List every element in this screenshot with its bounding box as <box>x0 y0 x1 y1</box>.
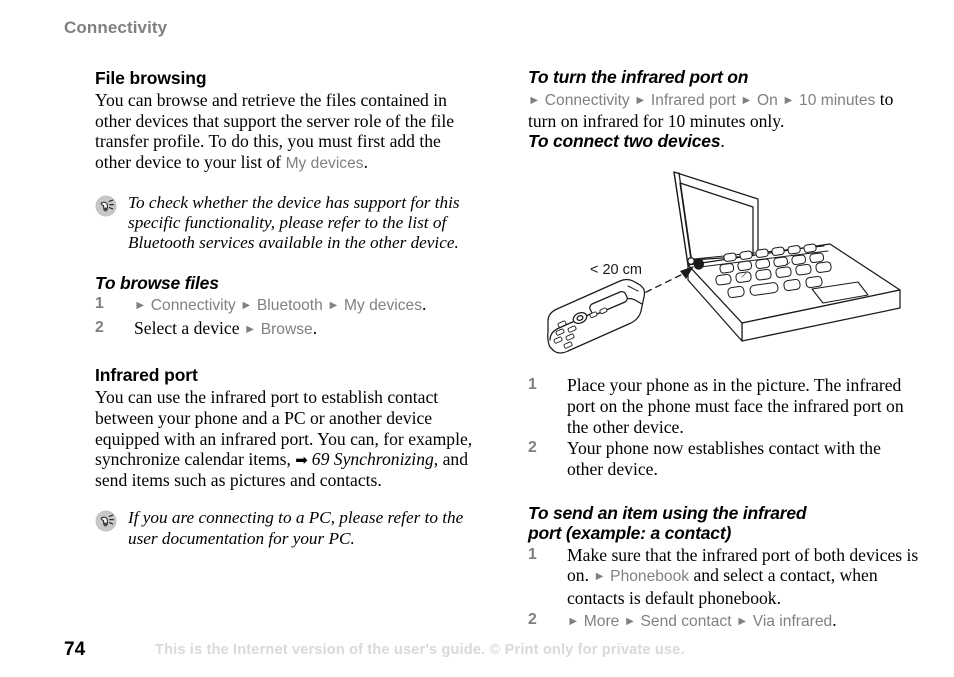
path-separator-icon: ► <box>634 92 647 107</box>
ui-ref-phonebook: Phonebook <box>610 568 690 586</box>
procedure-title-to-turn-on: To turn the infrared port on <box>528 67 749 87</box>
path-separator-icon: ► <box>240 298 253 313</box>
ui-ref-infrared-port: Infrared port <box>650 91 736 109</box>
step-number: 1 <box>95 295 104 313</box>
file-browsing-text-post: . <box>363 152 368 173</box>
procedure-title-line2: port (example: a contact) <box>528 523 732 544</box>
left-column: File browsing You can browse and retriev… <box>95 68 475 549</box>
steps-to-connect-two-devices: 1 Place your phone as in the picture. Th… <box>528 375 920 479</box>
path-separator-icon: ► <box>567 613 580 628</box>
list-item: 1 Place your phone as in the picture. Th… <box>528 375 920 437</box>
step-content: Your phone now establishes contact with … <box>567 438 881 480</box>
step-period: . <box>422 294 427 315</box>
path-separator-icon: ► <box>740 92 753 107</box>
footer-notice: This is the Internet version of the user… <box>155 642 685 658</box>
page-footer: 74 This is the Internet version of the u… <box>0 639 954 663</box>
path-separator-icon: ► <box>528 92 541 107</box>
note-bluetooth-text: To check whether the device has support … <box>128 192 460 253</box>
ui-ref-via-infrared: Via infrared <box>752 612 833 630</box>
step-period: . <box>832 609 837 630</box>
procedure-title-to-connect: To connect two devices. <box>528 130 920 152</box>
section-title-infrared-port: Infrared port <box>95 365 198 386</box>
cross-reference-arrow-icon: ➡ <box>295 453 308 470</box>
procedure-title-period: . <box>720 130 725 151</box>
step-content: Make sure that the infrared port of both… <box>567 545 918 609</box>
ui-ref-10-minutes: 10 minutes <box>799 91 876 109</box>
ui-ref-bluetooth: Bluetooth <box>256 297 323 315</box>
file-browsing-paragraph: You can browse and retrieve the files co… <box>95 90 475 174</box>
procedure-title-to-send-item: To send an item using the infrared port … <box>528 504 920 543</box>
step-number: 1 <box>528 545 537 563</box>
tip-bulb-icon <box>95 510 117 532</box>
note-pc-text: If you are connecting to a PC, please re… <box>128 508 464 548</box>
ui-ref-send-contact: Send contact <box>640 612 732 630</box>
tip-bulb-icon <box>95 195 117 217</box>
ui-ref-connectivity: Connectivity <box>544 91 630 109</box>
ui-ref-browse: Browse <box>260 320 313 338</box>
page-number: 74 <box>64 639 86 660</box>
procedure-title-to-browse-files: To browse files <box>95 272 219 293</box>
list-item: 2 Select a device ► Browse. <box>95 318 475 341</box>
ui-ref-my-devices: My devices <box>285 155 364 173</box>
procedure-title-line1: To send an item using the infrared <box>528 503 807 524</box>
path-separator-icon: ► <box>243 321 257 336</box>
path-separator-icon: ► <box>782 92 795 107</box>
list-item: 1 Make sure that the infrared port of bo… <box>528 545 920 609</box>
list-item: 2 ► More ► Send contact ► Via infrared. <box>528 610 920 633</box>
ui-ref-my-devices: My devices <box>344 297 422 315</box>
step-content: Select a device ► Browse. <box>134 318 317 338</box>
note-pc-documentation: If you are connecting to a PC, please re… <box>95 508 475 549</box>
path-separator-icon: ► <box>593 569 606 584</box>
step-number: 2 <box>95 318 104 336</box>
step-number: 2 <box>528 439 537 457</box>
turn-on-path-paragraph: ► Connectivity ► Infrared port ► On ► 10… <box>528 89 920 132</box>
path-separator-icon: ► <box>623 613 637 628</box>
ui-ref-more: More <box>583 612 620 630</box>
file-browsing-text-pre: You can browse and retrieve the files co… <box>95 90 455 173</box>
step-text: Select a device <box>134 317 244 338</box>
distance-label: < 20 cm <box>590 262 642 278</box>
path-separator-icon: ► <box>134 298 147 313</box>
steps-to-browse-files: 1 ► Connectivity ► Bluetooth ► My device… <box>95 294 475 340</box>
list-item: 2 Your phone now establishes contact wit… <box>528 438 920 480</box>
infrared-port-paragraph: You can use the infrared port to establi… <box>95 387 475 490</box>
ui-ref-on: On <box>757 91 778 109</box>
right-column: To turn the infrared port on ► Connectiv… <box>528 67 920 633</box>
path-separator-icon: ► <box>327 298 340 313</box>
step-content: Place your phone as in the picture. The … <box>567 375 904 438</box>
infrared-connection-illustration: < 20 cm <box>528 161 920 361</box>
step-content: ► Connectivity ► Bluetooth ► My devices. <box>134 294 426 314</box>
step-number: 2 <box>528 610 537 628</box>
step-period: . <box>312 317 318 338</box>
procedure-title-text: To connect two devices <box>528 130 721 151</box>
path-separator-icon: ► <box>735 613 749 628</box>
section-title-file-browsing: File browsing <box>95 68 207 88</box>
step-number: 1 <box>528 376 537 394</box>
manual-page: Connectivity File browsing You can brows… <box>0 0 954 677</box>
chapter-header: Connectivity <box>64 18 168 37</box>
cross-reference-synchronizing: 69 Synchronizing <box>311 449 434 470</box>
ui-ref-connectivity: Connectivity <box>150 297 236 315</box>
steps-to-send-item: 1 Make sure that the infrared port of bo… <box>528 545 920 633</box>
note-bluetooth-support: To check whether the device has support … <box>95 193 475 254</box>
list-item: 1 ► Connectivity ► Bluetooth ► My device… <box>95 294 475 317</box>
step-content: ► More ► Send contact ► Via infrared. <box>567 610 837 630</box>
